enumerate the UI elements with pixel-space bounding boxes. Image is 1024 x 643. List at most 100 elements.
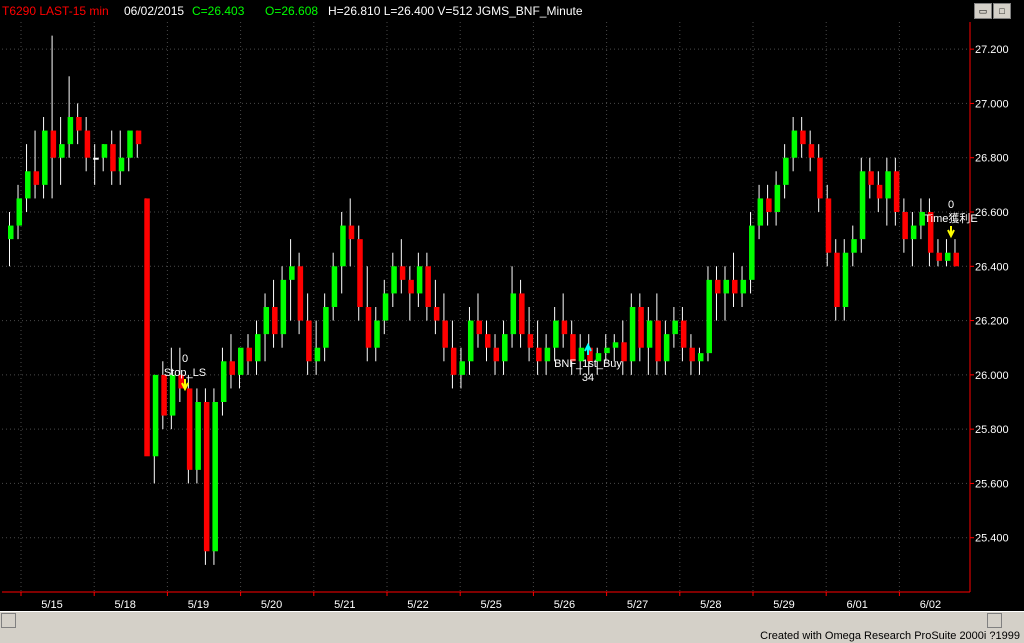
price-bar (195, 402, 201, 470)
price-bar (229, 361, 235, 375)
price-bar (766, 198, 772, 212)
price-bar (825, 198, 832, 253)
price-bar (808, 144, 815, 158)
price-bar (561, 320, 568, 335)
price-bar (8, 225, 14, 240)
price-bar (391, 266, 397, 294)
price-bar (33, 171, 40, 185)
price-bar (382, 293, 389, 321)
horizontal-scrollbar[interactable] (0, 611, 1024, 630)
x-tick-label: 5/29 (773, 599, 794, 611)
y-tick-label: 25.600 (975, 478, 1009, 490)
price-bar (502, 334, 508, 362)
price-bar (723, 279, 730, 294)
y-tick-label: 26.400 (975, 261, 1009, 273)
sell-signal-arrow-icon (947, 226, 955, 239)
price-bar (485, 334, 491, 348)
x-tick-label: 5/28 (700, 599, 721, 611)
price-bar (76, 117, 82, 131)
price-bar (255, 334, 261, 362)
price-bar (791, 130, 798, 158)
price-bar (859, 171, 866, 240)
price-bar (851, 239, 857, 253)
price-bar (399, 266, 406, 280)
scroll-thumb[interactable] (987, 613, 1002, 628)
status-text: Created with Omega Research ProSuite 200… (760, 630, 1020, 642)
price-bar (314, 347, 321, 362)
price-bar (842, 252, 849, 307)
price-bar (527, 334, 534, 348)
y-tick-label: 26.600 (975, 207, 1009, 219)
x-tick-label: 6/01 (846, 599, 867, 611)
chart-window: T6290 LAST-15 min 06/02/2015 C=26.403 O=… (0, 0, 1024, 643)
x-tick-label: 5/26 (554, 599, 575, 611)
signal-qty: 34 (582, 372, 594, 384)
price-bar (186, 388, 193, 470)
price-bar (936, 252, 942, 261)
price-bar (93, 157, 99, 160)
price-bar (655, 320, 661, 362)
x-tick-label: 5/20 (261, 599, 282, 611)
price-bar (212, 402, 218, 552)
x-tick-label: 5/22 (407, 599, 428, 611)
x-tick-label: 5/21 (334, 599, 355, 611)
price-bar (272, 307, 278, 335)
price-bar (629, 307, 636, 362)
price-bar (783, 157, 789, 185)
signal-qty: 0 (182, 353, 188, 365)
price-bar (152, 374, 159, 457)
price-bar (144, 198, 150, 457)
price-bar (672, 320, 678, 335)
price-bar (510, 293, 517, 335)
price-bar (101, 144, 108, 158)
price-bar (161, 374, 167, 416)
price-bar (663, 334, 670, 362)
price-bar (817, 157, 823, 199)
x-tick-label: 5/25 (480, 599, 501, 611)
price-chart[interactable]: 25.400 25.600 25.800 26.000 26.200 26.400 26.6… (0, 0, 1024, 611)
price-bar (757, 198, 764, 226)
price-bar (306, 320, 312, 362)
price-bar (467, 320, 474, 362)
signal-text: Stop_LS (164, 367, 206, 379)
price-bar (442, 320, 448, 348)
price-bar (118, 157, 125, 172)
y-tick-label: 26.200 (975, 316, 1009, 328)
y-tick-label: 25.400 (975, 533, 1009, 545)
price-bar (50, 130, 57, 158)
price-bar (740, 279, 747, 294)
price-bar (697, 353, 704, 362)
price-bar (237, 347, 244, 375)
price-bar (536, 347, 542, 362)
signal-text: Time獲利E (924, 212, 977, 225)
y-tick-label: 25.800 (975, 424, 1009, 436)
price-bar (127, 130, 133, 158)
price-bars (8, 35, 959, 565)
price-bar (680, 320, 687, 348)
scroll-left-arrow-icon[interactable] (1, 613, 16, 628)
price-bar (203, 402, 210, 552)
price-bar (323, 307, 329, 348)
price-bar (553, 320, 559, 348)
x-tick-label: 5/18 (114, 599, 135, 611)
price-bar (340, 225, 346, 267)
price-bar (280, 279, 287, 335)
price-bar (220, 361, 227, 402)
price-bar (714, 279, 721, 294)
price-bar (953, 252, 959, 267)
price-bar (246, 347, 253, 362)
price-bar (110, 144, 116, 172)
y-tick-label: 26.800 (975, 153, 1009, 165)
price-bar (425, 266, 431, 307)
price-bar (297, 266, 304, 321)
price-bar (476, 320, 482, 335)
price-bar (42, 130, 48, 185)
y-tick-label: 27.000 (975, 98, 1009, 110)
price-bar (544, 347, 551, 362)
y-tick-label: 26.000 (975, 370, 1009, 382)
price-bar (876, 184, 883, 199)
price-bar (774, 184, 781, 212)
price-bar (16, 198, 23, 226)
price-bar (646, 320, 653, 348)
price-bar (621, 342, 627, 362)
